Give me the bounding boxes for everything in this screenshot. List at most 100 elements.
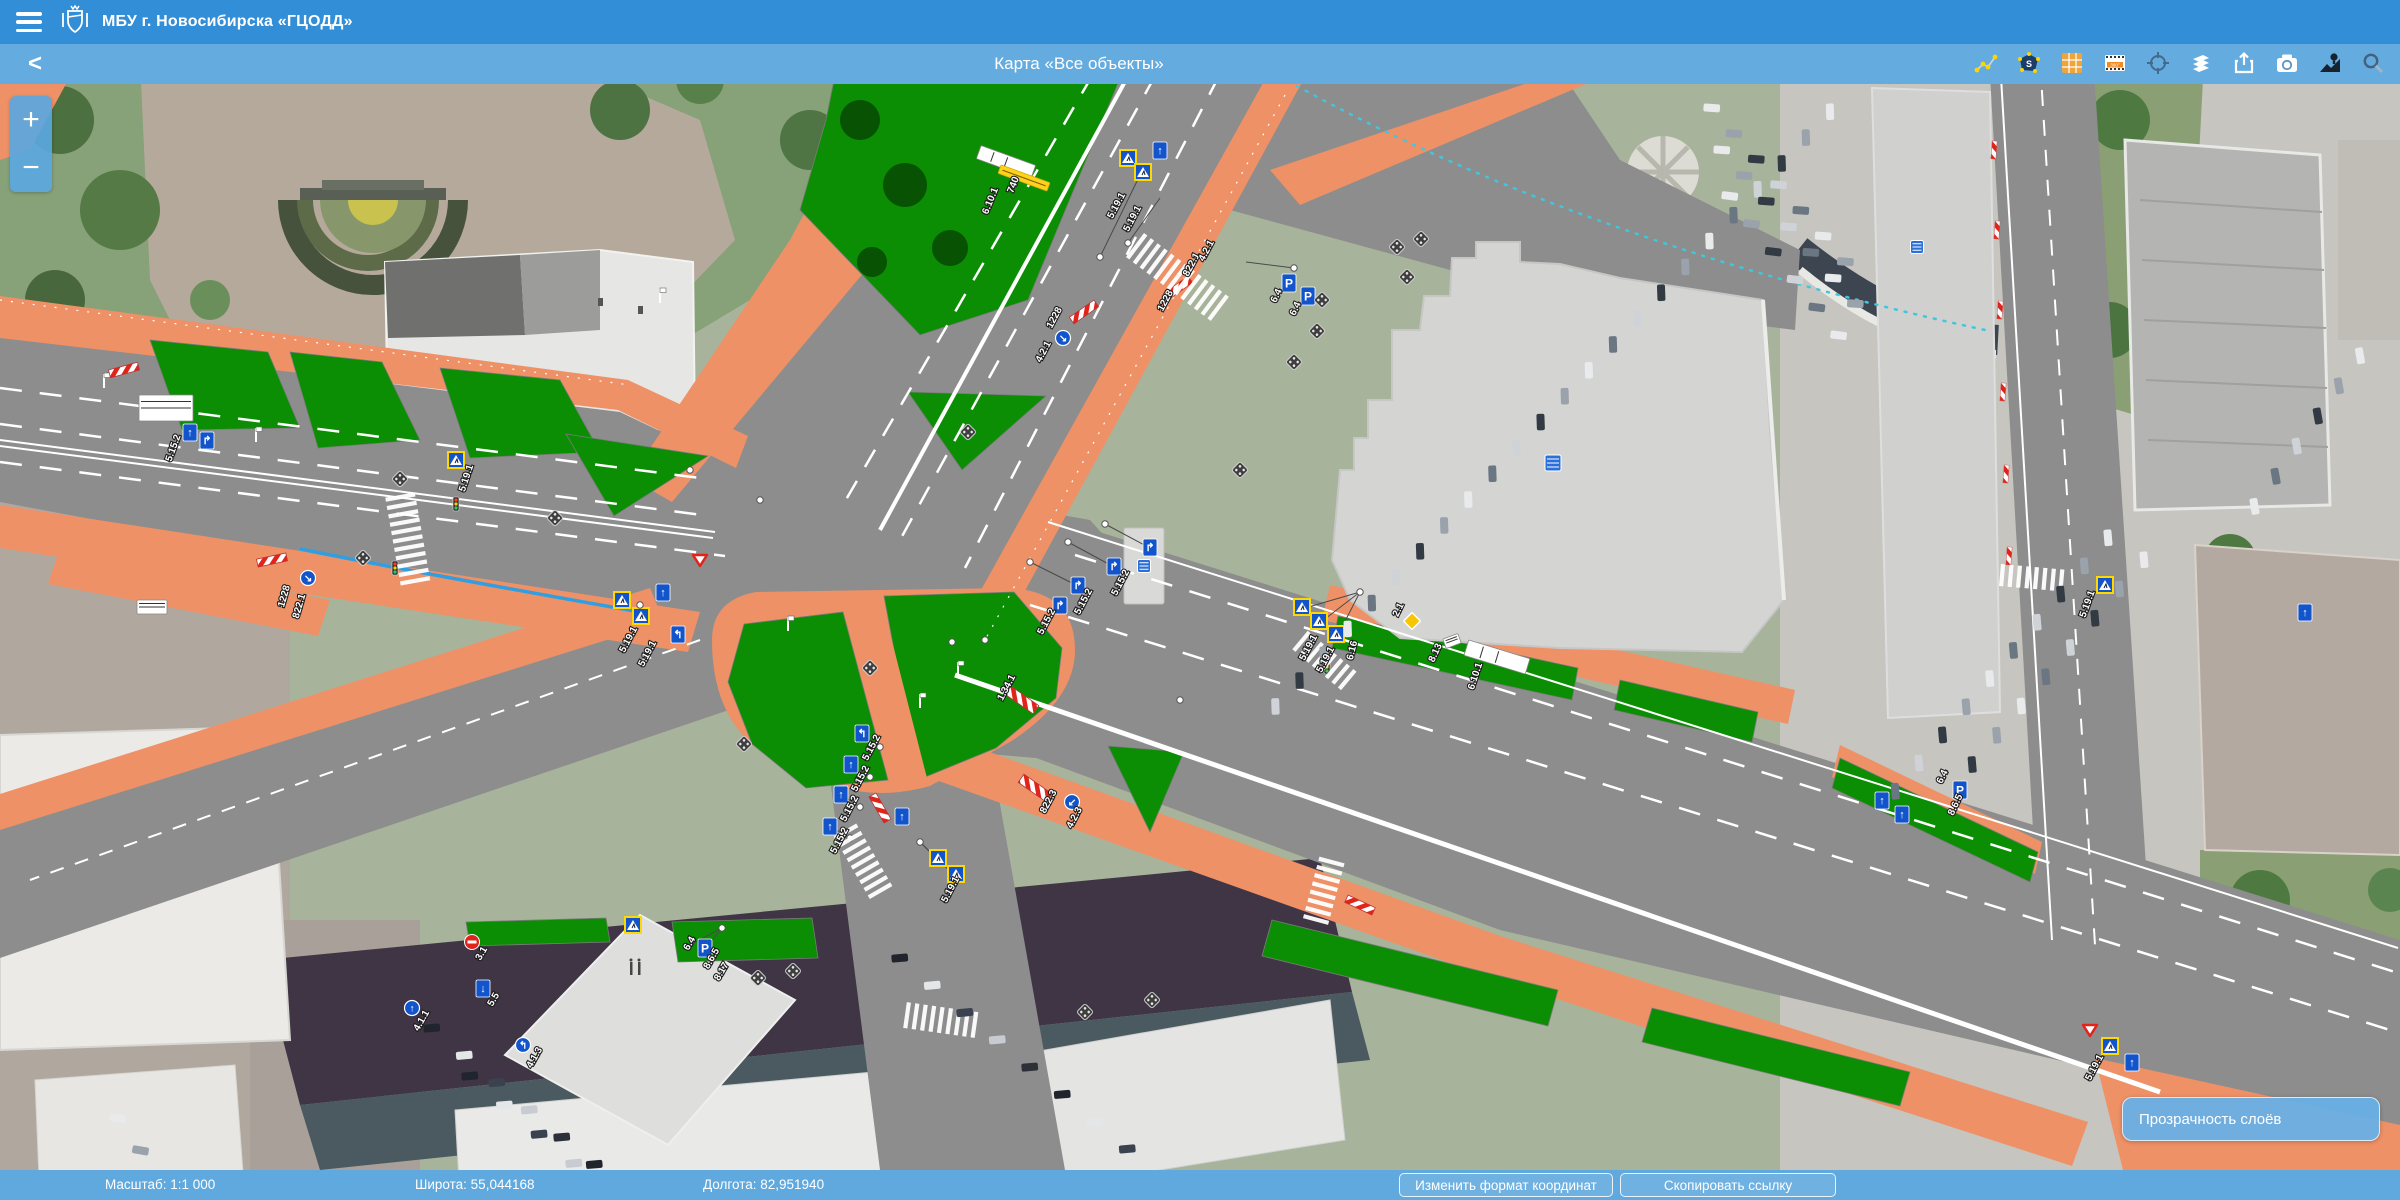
svg-text:↘: ↘: [1059, 334, 1067, 345]
cadastre-tiles-icon[interactable]: [2057, 48, 2087, 78]
noentry-map-icon[interactable]: [465, 935, 480, 950]
lane-map-icon[interactable]: ↑: [656, 584, 670, 601]
svg-text:↑: ↑: [410, 1004, 415, 1015]
measure-area-icon[interactable]: S: [2014, 48, 2044, 78]
svg-text:↱: ↱: [1109, 561, 1118, 573]
businfo-map-icon[interactable]: [1911, 241, 1924, 254]
circle-map-icon[interactable]: ↘: [1056, 331, 1071, 346]
lane-map-icon[interactable]: ↑: [895, 808, 909, 825]
svg-text:↑: ↑: [848, 759, 854, 771]
dot-map-icon: [1027, 559, 1033, 565]
lane-map-icon[interactable]: ↑: [2125, 1054, 2139, 1071]
dot-map-icon: [1291, 265, 1297, 271]
ped-map-icon[interactable]: [930, 850, 946, 866]
zoom-out-button[interactable]: −: [10, 144, 52, 192]
app-title: МБУ г. Новосибирска «ГЦОДД»: [102, 13, 353, 31]
lane-map-icon[interactable]: ↱: [1143, 539, 1157, 556]
measure-distance-icon[interactable]: [1971, 48, 2001, 78]
layer-transparency-button[interactable]: Прозрачность слоёв: [2122, 1097, 2380, 1141]
svg-text:↑: ↑: [2302, 607, 2308, 619]
dot-map-icon: [757, 497, 763, 503]
park-map-icon[interactable]: P: [1301, 287, 1315, 305]
menu-hamburger-icon[interactable]: [16, 12, 42, 32]
ped-map-icon[interactable]: [633, 608, 649, 624]
copy-link-button[interactable]: Скопировать ссылку: [1620, 1173, 1836, 1197]
ped-map-icon[interactable]: [2097, 577, 2113, 593]
board-map-icon[interactable]: [139, 395, 193, 421]
residential-building: [2125, 140, 2330, 510]
bld-map-icon[interactable]: [1545, 455, 1561, 471]
fence-map-icon: [1991, 141, 1997, 159]
svg-text:↑: ↑: [1899, 809, 1905, 821]
ped-map-icon[interactable]: [625, 917, 641, 933]
map-objects-icon[interactable]: [2315, 48, 2345, 78]
lane-map-icon[interactable]: ↑: [1895, 806, 1909, 823]
svg-text:↰: ↰: [673, 629, 682, 641]
ped-map-icon[interactable]: [614, 592, 630, 608]
zoom-in-button[interactable]: +: [10, 96, 52, 144]
ped-map-icon[interactable]: [1294, 599, 1310, 615]
residential-building: [2195, 545, 2400, 855]
park-map-icon[interactable]: P: [1282, 274, 1296, 292]
svg-text:↱: ↱: [1073, 580, 1082, 592]
longitude-value: Долгота: 82,951940: [703, 1177, 824, 1192]
ped-map-icon[interactable]: [1135, 164, 1151, 180]
lane-map-icon[interactable]: ↑: [2298, 604, 2312, 621]
circle-map-icon[interactable]: ↑: [405, 1001, 420, 1016]
svg-text:↑: ↑: [2129, 1057, 2135, 1069]
svg-text:↑: ↑: [838, 789, 844, 801]
lane-map-icon[interactable]: ↰: [855, 725, 869, 742]
svg-text:S: S: [2026, 59, 2032, 69]
dot-map-icon: [1177, 697, 1183, 703]
businfo-map-icon[interactable]: [1138, 560, 1151, 573]
layers-icon[interactable]: [2186, 48, 2216, 78]
lane-map-icon[interactable]: ↑: [834, 786, 848, 803]
ped-map-icon[interactable]: [1328, 626, 1344, 642]
lane-map-icon[interactable]: ↑: [1153, 142, 1167, 159]
svg-text:↰: ↰: [857, 728, 866, 740]
svg-text:360°: 360°: [2110, 63, 2120, 68]
ped-map-icon[interactable]: [1120, 150, 1136, 166]
svg-text:↑: ↑: [660, 587, 666, 599]
lane-map-icon[interactable]: ↱: [200, 432, 214, 449]
dot-map-icon: [719, 925, 725, 931]
locate-crosshair-icon[interactable]: [2143, 48, 2173, 78]
svg-text:↱: ↱: [202, 435, 211, 447]
dot-map-icon: [637, 602, 643, 608]
latitude-value: Широта: 55,044168: [415, 1177, 535, 1192]
screenshot-camera-icon[interactable]: [2272, 48, 2302, 78]
svg-text:↓: ↓: [480, 983, 486, 995]
status-bar: Масштаб: 1:1 000 Широта: 55,044168 Долго…: [0, 1170, 2400, 1200]
lane-map-icon[interactable]: ↰: [671, 626, 685, 643]
fence-map-icon: [2003, 465, 2009, 483]
svg-text:↑: ↑: [827, 821, 833, 833]
svg-text:P: P: [1285, 277, 1293, 291]
lane-map-icon[interactable]: ↓: [476, 980, 490, 997]
search-icon[interactable]: [2358, 48, 2388, 78]
tlight-map-icon[interactable]: [453, 497, 459, 511]
gis-app: ↑↑↱↑↰↱↱↱↱↰↑↑↑↑↑↑↑↑↓PPPP↘↘↙↰↑ 6.10.17405.…: [0, 0, 2400, 1200]
board-map-icon[interactable]: [137, 600, 167, 614]
circle-map-icon[interactable]: ↘: [301, 571, 316, 586]
share-icon[interactable]: [2229, 48, 2259, 78]
tlight-map-icon[interactable]: [392, 561, 398, 575]
lane-map-icon[interactable]: ↑: [1875, 792, 1889, 809]
lane-map-icon[interactable]: ↱: [1107, 558, 1121, 575]
svg-text:↑: ↑: [1157, 145, 1163, 157]
svg-text:↑: ↑: [899, 811, 905, 823]
ped-map-icon[interactable]: [2102, 1038, 2118, 1054]
ped-map-icon[interactable]: [1311, 613, 1327, 629]
change-coord-format-button[interactable]: Изменить формат координат: [1399, 1173, 1613, 1197]
panorama-360-icon[interactable]: 360°: [2100, 48, 2130, 78]
lane-map-icon[interactable]: ↑: [183, 424, 197, 441]
lane-map-icon[interactable]: ↑: [844, 756, 858, 773]
circle-map-icon[interactable]: ↰: [516, 1038, 531, 1053]
back-button[interactable]: <: [20, 50, 50, 80]
ped-map-icon[interactable]: [448, 452, 464, 468]
map-canvas[interactable]: ↑↑↱↑↰↱↱↱↱↰↑↑↑↑↑↑↑↑↓PPPP↘↘↙↰↑ 6.10.17405.…: [0, 0, 2400, 1200]
dot-map-icon: [1357, 589, 1363, 595]
svg-text:↑: ↑: [1879, 795, 1885, 807]
lane-map-icon[interactable]: ↑: [823, 818, 837, 835]
app-header: МБУ г. Новосибирска «ГЦОДД»: [0, 0, 2400, 44]
dot-map-icon: [1065, 539, 1071, 545]
